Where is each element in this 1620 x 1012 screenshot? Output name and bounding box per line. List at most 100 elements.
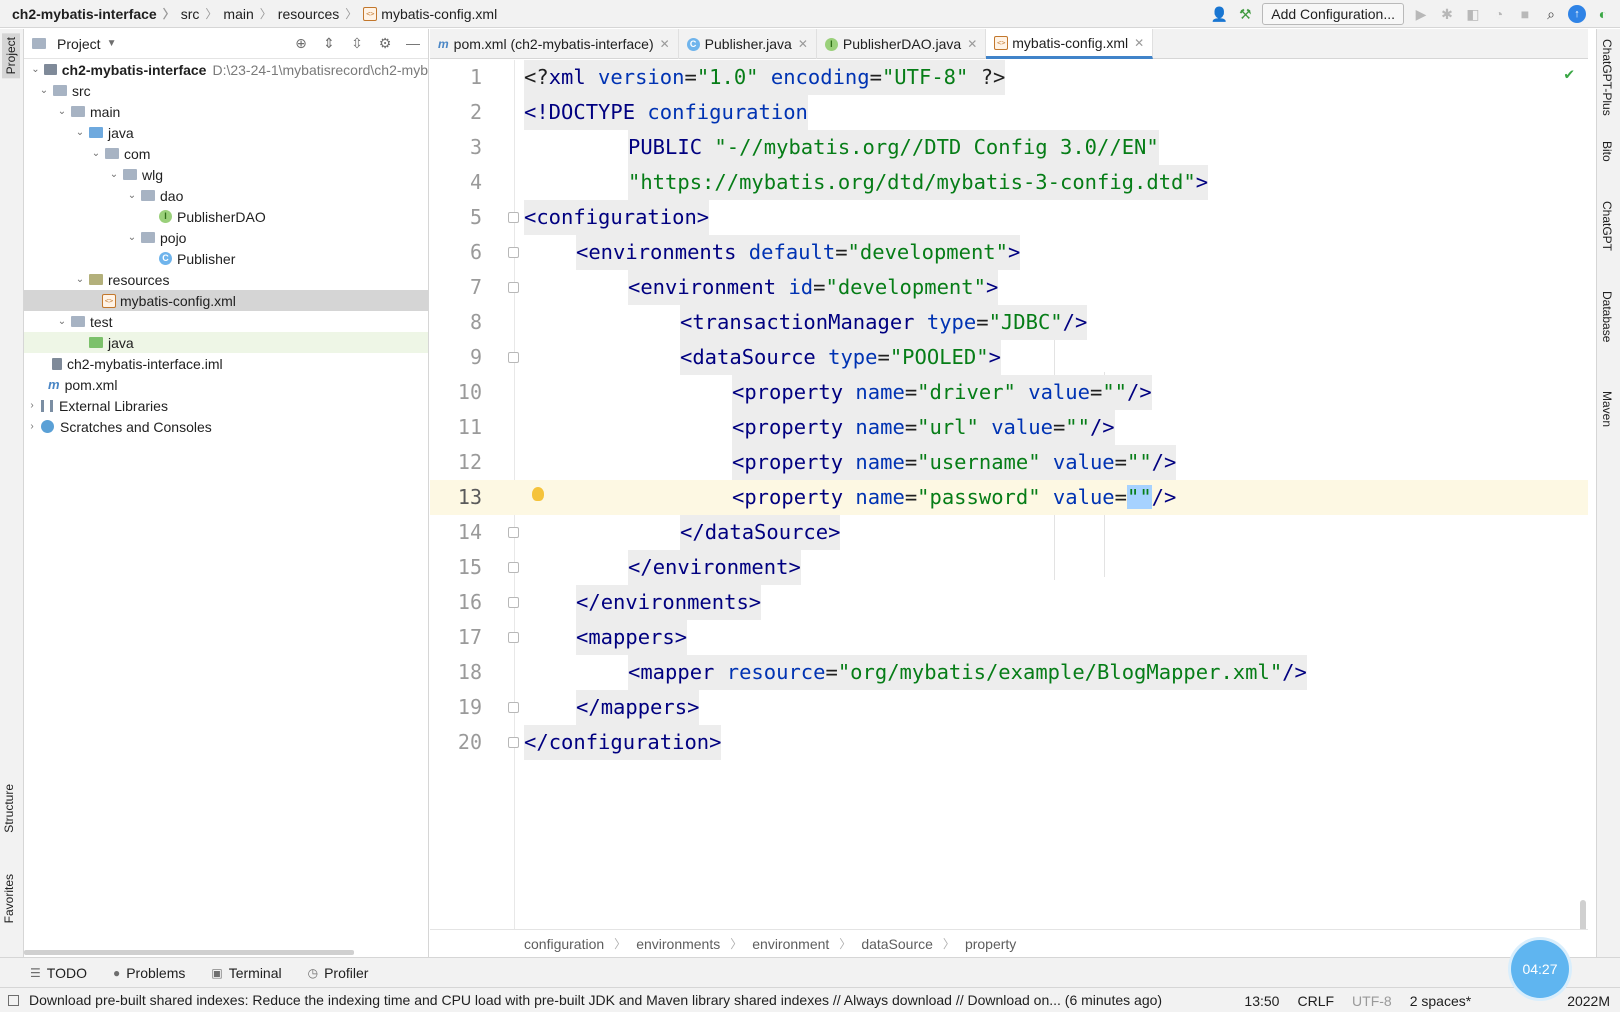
chevron-down-icon[interactable]: ⌄ (108, 169, 120, 180)
breadcrumb-resources[interactable]: resources 〉 (278, 5, 363, 22)
database-tool-button[interactable]: Database (1600, 291, 1614, 342)
lightbulb-icon[interactable] (532, 487, 544, 501)
maven-tool-button[interactable]: Maven (1600, 391, 1614, 427)
chevron-down-icon[interactable]: ⌄ (56, 106, 68, 117)
tree-item-resources[interactable]: ⌄ resources (24, 269, 428, 290)
fold-marker-icon[interactable] (508, 247, 519, 258)
editor-breadcrumb-item[interactable]: property (965, 936, 1016, 952)
code-editor[interactable]: 1 <?xml version="1.0" encoding="UTF-8" ?… (430, 60, 1588, 960)
expand-all-icon[interactable]: ⇕ (320, 34, 338, 52)
project-panel-title[interactable]: Project (57, 36, 101, 52)
fold-marker-icon[interactable] (508, 737, 519, 748)
update-icon[interactable]: ↑ (1568, 5, 1586, 23)
tree-item-java[interactable]: ⌄ java (24, 122, 428, 143)
tree-item-dao[interactable]: ⌄ dao (24, 185, 428, 206)
fold-marker-icon[interactable] (508, 597, 519, 608)
close-icon[interactable]: ✕ (1134, 36, 1144, 50)
horizontal-scrollbar[interactable] (24, 950, 354, 955)
code-area[interactable]: 1 <?xml version="1.0" encoding="UTF-8" ?… (430, 60, 1588, 960)
chevron-down-icon[interactable]: ⌄ (56, 316, 68, 327)
tree-item-external-libraries[interactable]: › External Libraries (24, 395, 428, 416)
tree-item-publisher[interactable]: C Publisher (24, 248, 428, 269)
editor-breadcrumb-item[interactable]: dataSource (861, 936, 933, 952)
line-separator[interactable]: CRLF (1297, 993, 1334, 1009)
terminal-tool-button[interactable]: ▣ Terminal (211, 965, 281, 981)
chevron-down-icon[interactable]: ⌄ (90, 148, 102, 159)
profile-icon[interactable]: ◔ (1490, 5, 1508, 23)
tab-pom[interactable]: m pom.xml (ch2-mybatis-interface) ✕ (430, 29, 679, 59)
close-icon[interactable]: ✕ (660, 37, 670, 51)
tree-item-src[interactable]: ⌄ src (24, 80, 428, 101)
tree-item-publisherdao[interactable]: I PublisherDAO (24, 206, 428, 227)
fold-marker-icon[interactable] (508, 352, 519, 363)
editor-breadcrumb-item[interactable]: configuration (524, 936, 604, 952)
tree-item-iml[interactable]: ch2-mybatis-interface.iml (24, 353, 428, 374)
line-number: 9 (469, 345, 482, 369)
memory-indicator[interactable]: 2022M (1567, 993, 1610, 1009)
chevron-down-icon[interactable]: ⌄ (30, 64, 41, 75)
structure-tool-button[interactable]: Structure (2, 784, 16, 833)
tree-item-main[interactable]: ⌄ main (24, 101, 428, 122)
tree-item-mybatis-config[interactable]: <> mybatis-config.xml (24, 290, 428, 311)
tree-item-scratches[interactable]: › Scratches and Consoles (24, 416, 428, 437)
fold-marker-icon[interactable] (508, 562, 519, 573)
tree-item-com[interactable]: ⌄ com (24, 143, 428, 164)
tree-item-test[interactable]: ⌄ test (24, 311, 428, 332)
minimize-icon[interactable]: — (404, 34, 422, 52)
chevron-down-icon[interactable]: ⌄ (126, 232, 138, 243)
todo-tool-button[interactable]: ☰ TODO (30, 965, 87, 981)
close-icon[interactable]: ✕ (798, 37, 808, 51)
tab-mybatis-config[interactable]: <> mybatis-config.xml ✕ (986, 29, 1154, 59)
collapse-all-icon[interactable]: ⇳ (348, 34, 366, 52)
tab-publisher[interactable]: C Publisher.java ✕ (679, 29, 817, 59)
breadcrumb-src[interactable]: src 〉 (181, 5, 224, 22)
tree-item-pom[interactable]: m pom.xml (24, 374, 428, 395)
fold-marker-icon[interactable] (508, 702, 519, 713)
breadcrumb-project[interactable]: ch2-mybatis-interface 〉 (12, 5, 181, 22)
chevron-down-icon[interactable]: ⌄ (38, 85, 50, 96)
chevron-down-icon[interactable]: ⌄ (74, 127, 86, 138)
fold-marker-icon[interactable] (508, 212, 519, 223)
locate-icon[interactable]: ⊕ (292, 34, 310, 52)
fold-marker-icon[interactable] (508, 632, 519, 643)
chatgpt-plus-tool-button[interactable]: ChatGPT-Plus (1600, 39, 1614, 116)
add-configuration-button[interactable]: Add Configuration... (1262, 3, 1404, 25)
stop-icon[interactable]: ■ (1516, 5, 1534, 23)
debug-icon[interactable]: ✱ (1438, 5, 1456, 23)
coverage-icon[interactable]: ◧ (1464, 5, 1482, 23)
tree-item-pojo[interactable]: ⌄ pojo (24, 227, 428, 248)
status-message[interactable]: Download pre-built shared indexes: Reduc… (0, 992, 1162, 1008)
indent-setting[interactable]: 2 spaces* (1410, 993, 1471, 1009)
editor-breadcrumb-item[interactable]: environment (752, 936, 829, 952)
favorites-tool-button[interactable]: Favorites (2, 874, 16, 923)
user-account-icon[interactable]: 👤 (1210, 5, 1228, 23)
breadcrumb-file[interactable]: <> mybatis-config.xml (363, 6, 497, 22)
chatgpt-tool-button[interactable]: ChatGPT (1600, 201, 1614, 251)
profiler-tool-button[interactable]: ◷ Profiler (308, 965, 369, 981)
fold-marker-icon[interactable] (508, 527, 519, 538)
chevron-right-icon[interactable]: › (26, 400, 38, 411)
tree-item-root[interactable]: ⌄ ch2-mybatis-interface D:\23-24-1\mybatis… (24, 59, 428, 80)
hammer-build-icon[interactable]: ⚒ (1236, 5, 1254, 23)
fold-marker-icon[interactable] (508, 282, 519, 293)
tree-item-wlg[interactable]: ⌄ wlg (24, 164, 428, 185)
chevron-down-icon[interactable]: ⌄ (74, 274, 86, 285)
tree-item-test-java[interactable]: java (24, 332, 428, 353)
plugin-icon[interactable]: ◐ (1594, 5, 1612, 23)
search-icon[interactable]: ⌕ (1542, 5, 1560, 23)
run-icon[interactable]: ▶ (1412, 5, 1430, 23)
project-tool-button[interactable]: Project (2, 33, 20, 79)
chevron-right-icon[interactable]: › (26, 421, 38, 432)
bito-tool-button[interactable]: Bito (1600, 141, 1614, 162)
tab-publisherdao[interactable]: I PublisherDAO.java ✕ (817, 29, 987, 59)
close-icon[interactable]: ✕ (967, 37, 977, 51)
caret-position[interactable]: 13:50 (1244, 993, 1279, 1009)
chevron-down-icon[interactable]: ⌄ (126, 190, 138, 201)
chevron-down-icon[interactable]: ▼ (107, 38, 117, 49)
editor-breadcrumb-item[interactable]: environments (636, 936, 720, 952)
problems-tool-button[interactable]: ● Problems (113, 965, 185, 981)
breadcrumb-main[interactable]: main 〉 (223, 5, 277, 22)
checkmark-icon[interactable]: ✔ (1564, 64, 1574, 83)
gear-icon[interactable]: ⚙ (376, 34, 394, 52)
file-encoding[interactable]: UTF-8 (1352, 993, 1392, 1009)
